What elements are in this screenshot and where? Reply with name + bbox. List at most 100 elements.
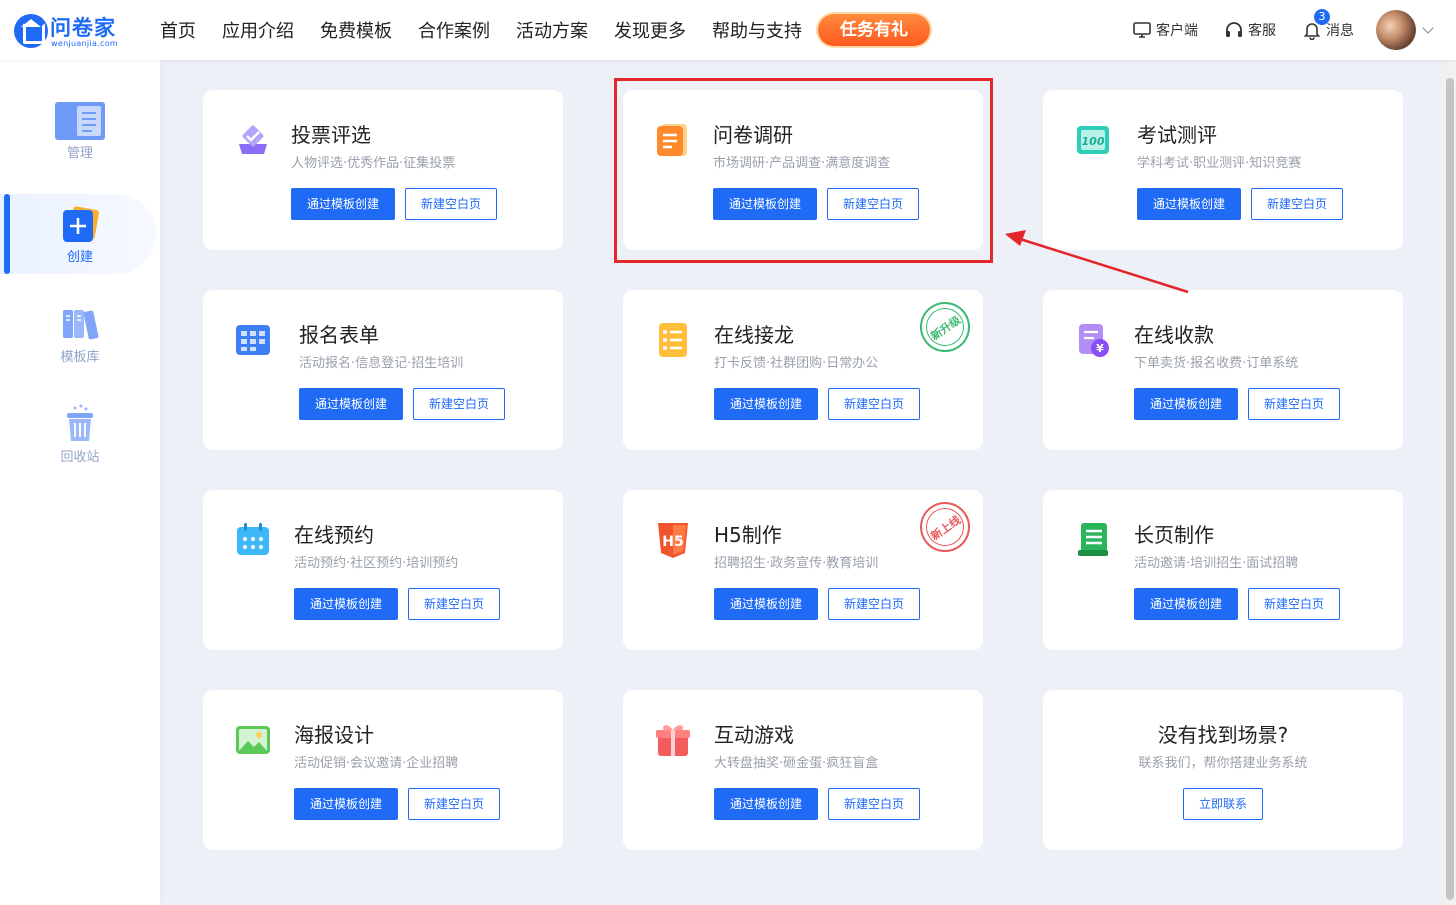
scene-card-booking[interactable]: 在线预约 活动预约·社区预约·培训预约 通过模板创建 新建空白页 bbox=[203, 490, 563, 650]
scene-card-exam[interactable]: 100 考试测评 学科考试·职业测评·知识竞赛 通过模板创建 新建空白页 bbox=[1043, 90, 1403, 250]
new-blank-button[interactable]: 新建空白页 bbox=[1248, 388, 1340, 420]
messages-label: 消息 bbox=[1326, 23, 1354, 39]
avatar[interactable] bbox=[1376, 10, 1416, 50]
client-link[interactable]: 客户端 bbox=[1132, 20, 1198, 40]
new-blank-button[interactable]: 新建空白页 bbox=[1248, 588, 1340, 620]
sidebar-item-trash[interactable]: 回收站 bbox=[0, 394, 160, 474]
scene-card-signup-form[interactable]: 报名表单 活动报名·信息登记·招生培训 通过模板创建 新建空白页 bbox=[203, 290, 563, 450]
new-blank-button[interactable]: 新建空白页 bbox=[408, 588, 500, 620]
create-from-template-button[interactable]: 通过模板创建 bbox=[714, 588, 818, 620]
scrollbar-thumb[interactable] bbox=[1446, 78, 1454, 900]
logo-url: wenjuanjia.com bbox=[51, 39, 118, 48]
plus-icon bbox=[55, 206, 105, 246]
scrollbar[interactable] bbox=[1444, 60, 1456, 905]
new-blank-button[interactable]: 新建空白页 bbox=[828, 588, 920, 620]
scene-card-game[interactable]: 互动游戏 大转盘抽奖·砸金蛋·疯狂盲盒 通过模板创建 新建空白页 bbox=[623, 690, 983, 850]
logo-house-icon bbox=[14, 14, 48, 48]
service-link[interactable]: 客服 bbox=[1224, 20, 1276, 40]
new-launch-stamp: 新上线 bbox=[910, 492, 980, 562]
contact-title: 没有找到场景? bbox=[1157, 723, 1289, 747]
card-desc: 活动邀请·培训招生·面试招聘 bbox=[1134, 556, 1299, 571]
contact-now-button[interactable]: 立即联系 bbox=[1183, 788, 1263, 820]
vote-icon bbox=[233, 120, 273, 160]
create-from-template-button[interactable]: 通过模板创建 bbox=[1137, 188, 1241, 220]
upgraded-stamp: 新升级 bbox=[910, 292, 980, 362]
sidebar-item-label: 管理 bbox=[66, 146, 93, 161]
card-title: 在线预约 bbox=[294, 523, 374, 547]
scene-card-long-page[interactable]: 长页制作 活动邀请·培训招生·面试招聘 通过模板创建 新建空白页 bbox=[1043, 490, 1403, 650]
promo-button[interactable]: 任务有礼 bbox=[818, 14, 930, 46]
scene-card-questionnaire[interactable]: 问卷调研 市场调研·产品调查·满意度调查 通过模板创建 新建空白页 bbox=[623, 90, 983, 250]
sidebar-item-manage[interactable]: 管理 bbox=[0, 90, 160, 170]
contact-card: 没有找到场景? 联系我们，帮你搭建业务系统 立即联系 bbox=[1043, 690, 1403, 850]
card-title: H5制作 bbox=[714, 523, 782, 547]
new-blank-button[interactable]: 新建空白页 bbox=[405, 188, 497, 220]
card-title: 问卷调研 bbox=[713, 123, 793, 147]
contact-desc: 联系我们，帮你搭建业务系统 bbox=[1138, 756, 1308, 771]
scene-card-poster[interactable]: 海报设计 活动促销·会议邀请·企业招聘 通过模板创建 新建空白页 bbox=[203, 690, 563, 850]
svg-text:¥: ¥ bbox=[1096, 342, 1104, 355]
card-title: 在线接龙 bbox=[714, 323, 794, 347]
new-blank-button[interactable]: 新建空白页 bbox=[827, 188, 919, 220]
nav-help[interactable]: 帮助与支持 bbox=[712, 17, 802, 43]
chevron-down-icon[interactable] bbox=[1422, 22, 1434, 34]
create-from-template-button[interactable]: 通过模板创建 bbox=[299, 388, 403, 420]
create-from-template-button[interactable]: 通过模板创建 bbox=[294, 788, 398, 820]
main-nav: 首页 应用介绍 免费模板 合作案例 活动方案 发现更多 帮助与支持 任务有礼 bbox=[160, 0, 956, 60]
create-from-template-button[interactable]: 通过模板创建 bbox=[294, 588, 398, 620]
long-page-icon bbox=[1073, 520, 1113, 560]
new-blank-button[interactable]: 新建空白页 bbox=[1251, 188, 1343, 220]
messages-link[interactable]: 3 消息 bbox=[1302, 9, 1354, 40]
trash-icon bbox=[55, 404, 105, 444]
scene-card-payment[interactable]: ¥ 在线收款 下单卖货·报名收费·订单系统 通过模板创建 新建空白页 bbox=[1043, 290, 1403, 450]
sidebar-item-label: 回收站 bbox=[60, 450, 100, 465]
sidebar-item-template-library[interactable]: 模板库 bbox=[0, 294, 160, 374]
nav-app-intro[interactable]: 应用介绍 bbox=[222, 17, 294, 43]
card-title: 考试测评 bbox=[1137, 123, 1217, 147]
service-label: 客服 bbox=[1248, 23, 1276, 39]
create-from-template-button[interactable]: 通过模板创建 bbox=[1134, 388, 1238, 420]
books-icon bbox=[55, 306, 105, 346]
card-desc: 活动预约·社区预约·培训预约 bbox=[294, 556, 459, 571]
card-desc: 大转盘抽奖·砸金蛋·疯狂盲盒 bbox=[714, 756, 879, 771]
card-title: 海报设计 bbox=[294, 723, 374, 747]
questionnaire-icon bbox=[653, 120, 693, 160]
svg-text:H5: H5 bbox=[662, 534, 683, 550]
poster-image-icon bbox=[233, 720, 273, 760]
nav-cases[interactable]: 合作案例 bbox=[418, 17, 490, 43]
card-desc: 打卡反馈·社群团购·日常办公 bbox=[714, 356, 879, 371]
create-from-template-button[interactable]: 通过模板创建 bbox=[714, 388, 818, 420]
card-desc: 学科考试·职业测评·知识竞赛 bbox=[1137, 156, 1302, 171]
form-grid-icon bbox=[233, 320, 273, 360]
create-from-template-button[interactable]: 通过模板创建 bbox=[291, 188, 395, 220]
document-list-icon bbox=[55, 100, 105, 140]
nav-discover[interactable]: 发现更多 bbox=[614, 17, 686, 43]
scene-card-vote[interactable]: 投票评选 人物评选·优秀作品·征集投票 通过模板创建 新建空白页 bbox=[203, 90, 563, 250]
card-title: 投票评选 bbox=[291, 123, 371, 147]
nav-home[interactable]: 首页 bbox=[160, 17, 196, 43]
card-title: 在线收款 bbox=[1134, 323, 1214, 347]
scene-card-h5[interactable]: H5 H5制作 招聘招生·政务宣传·教育培训 通过模板创建 新建空白页 新上线 bbox=[623, 490, 983, 650]
create-from-template-button[interactable]: 通过模板创建 bbox=[713, 188, 817, 220]
nav-free-templates[interactable]: 免费模板 bbox=[320, 17, 392, 43]
new-blank-button[interactable]: 新建空白页 bbox=[828, 388, 920, 420]
new-blank-button[interactable]: 新建空白页 bbox=[413, 388, 505, 420]
create-from-template-button[interactable]: 通过模板创建 bbox=[714, 788, 818, 820]
logo[interactable]: 问卷家 wenjuanjia.com bbox=[14, 12, 132, 50]
create-from-template-button[interactable]: 通过模板创建 bbox=[1134, 588, 1238, 620]
card-desc: 活动报名·信息登记·招生培训 bbox=[299, 356, 464, 371]
nav-activity-plans[interactable]: 活动方案 bbox=[516, 17, 588, 43]
card-desc: 招聘招生·政务宣传·教育培训 bbox=[714, 556, 879, 571]
sidebar: 管理 创建 模板库 回收站 bbox=[0, 60, 160, 905]
exam-icon: 100 bbox=[1073, 120, 1113, 160]
calendar-icon bbox=[233, 520, 273, 560]
message-count-badge: 3 bbox=[1314, 9, 1330, 25]
card-desc: 市场调研·产品调查·满意度调查 bbox=[713, 156, 891, 171]
scene-card-relay[interactable]: 在线接龙 打卡反馈·社群团购·日常办公 通过模板创建 新建空白页 新升级 bbox=[623, 290, 983, 450]
sidebar-item-create[interactable]: 创建 bbox=[0, 194, 156, 274]
new-blank-button[interactable]: 新建空白页 bbox=[828, 788, 920, 820]
new-blank-button[interactable]: 新建空白页 bbox=[408, 788, 500, 820]
headset-icon bbox=[1224, 20, 1244, 40]
relay-list-icon bbox=[653, 320, 693, 360]
monitor-icon bbox=[1132, 20, 1152, 40]
